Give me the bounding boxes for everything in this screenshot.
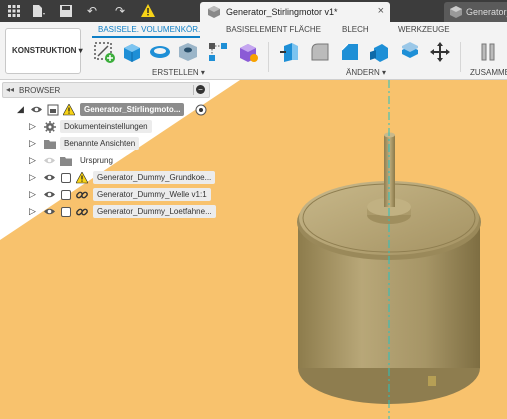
browser-title: BROWSER — [19, 86, 61, 95]
browser-item-document-settings[interactable]: ▷ Dokumenteinstellungen — [0, 119, 212, 135]
item-label: Benannte Ansichten — [60, 137, 140, 150]
extrude-icon[interactable] — [120, 40, 144, 64]
expand-right-icon[interactable]: ▷ — [29, 138, 37, 148]
create-group-label[interactable]: ERSTELLEN ▾ — [152, 68, 205, 77]
item-label: Dokumenteinstellungen — [60, 120, 152, 133]
minimize-icon[interactable]: − — [196, 85, 205, 94]
tab-label: Generator_Stirlingmotor v1* — [226, 7, 338, 17]
browser-item-loetfahne[interactable]: ▷ Generator_Dummy_Loetfahne... — [0, 204, 216, 220]
eye-icon[interactable] — [44, 173, 55, 182]
eye-icon[interactable] — [31, 105, 42, 114]
browser-root[interactable]: ◢ Generator_Stirlingmoto... — [0, 102, 212, 118]
tab-sheet-metal[interactable]: BLECH — [342, 25, 369, 34]
folder-icon — [44, 140, 56, 149]
press-pull-icon[interactable] — [278, 40, 302, 64]
chamfer-icon[interactable] — [338, 40, 362, 64]
tab-surface[interactable]: BASISELEMENT FLÄCHE — [226, 25, 321, 34]
pattern-icon[interactable] — [206, 40, 230, 64]
component-icon — [208, 6, 220, 18]
component-box-icon — [61, 173, 71, 183]
joint-icon[interactable] — [476, 40, 500, 64]
create-form-icon[interactable] — [236, 40, 260, 64]
eye-icon[interactable] — [44, 190, 55, 199]
combine-icon[interactable] — [398, 40, 422, 64]
tab-tools[interactable]: WERKZEUGE — [398, 25, 450, 34]
undo-icon[interactable]: ↶ — [84, 3, 100, 19]
item-label: Generator_Dummy_Loetfahne... — [93, 205, 216, 218]
collapse-icon[interactable]: ◂◂ — [6, 85, 14, 94]
gear-icon — [44, 121, 56, 133]
ribbon-separator — [460, 42, 461, 72]
expand-right-icon[interactable]: ▷ — [29, 155, 37, 165]
link-icon — [76, 208, 88, 216]
tab-solid[interactable]: BASISELE. VOLUMENKÖR. — [98, 25, 200, 34]
create-sketch-icon[interactable] — [92, 40, 116, 64]
redo-icon[interactable]: ↷ — [112, 3, 128, 19]
item-label: Generator_Dummy_Grundkoe... — [93, 171, 216, 184]
tab-label: Generator_ — [466, 7, 507, 17]
file-icon[interactable] — [30, 3, 46, 19]
move-icon[interactable] — [428, 40, 452, 64]
active-tab-indicator — [92, 36, 200, 38]
grid-icon[interactable] — [6, 3, 22, 19]
browser-item-welle[interactable]: ▷ Generator_Dummy_Welle v1:1 — [0, 187, 212, 203]
modify-group-label[interactable]: ÄNDERN ▾ — [346, 68, 386, 77]
root-label: Generator_Stirlingmoto... — [80, 103, 185, 116]
component-box-icon — [61, 190, 71, 200]
warning-icon[interactable] — [140, 3, 156, 19]
eye-icon[interactable] — [44, 156, 55, 165]
ribbon-separator — [268, 42, 269, 72]
tab-document-active[interactable]: Generator_Stirlingmotor v1* × — [200, 2, 390, 22]
close-icon[interactable]: × — [378, 5, 384, 17]
warning-icon — [76, 172, 88, 184]
folder-icon — [60, 157, 72, 166]
browser-header: ◂◂ BROWSER − — [2, 82, 210, 98]
fillet-icon[interactable] — [308, 40, 332, 64]
title-bar: ↶ ↷ Generator_Stirlingmotor v1* × Genera… — [0, 0, 507, 22]
shell-icon[interactable] — [368, 40, 392, 64]
expand-right-icon[interactable]: ▷ — [29, 189, 37, 199]
warning-icon — [63, 104, 75, 116]
document-icon — [47, 104, 59, 116]
item-label: Generator_Dummy_Welle v1:1 — [93, 188, 211, 201]
radio-icon[interactable] — [195, 104, 207, 116]
expand-right-icon[interactable]: ▷ — [29, 121, 37, 131]
browser-item-origin[interactable]: ▷ Ursprung — [0, 153, 212, 169]
hole-icon[interactable] — [176, 40, 200, 64]
expand-right-icon[interactable]: ▷ — [29, 172, 37, 182]
eye-icon[interactable] — [44, 207, 55, 216]
browser-item-named-views[interactable]: ▷ Benannte Ansichten — [0, 136, 212, 152]
revolve-icon[interactable] — [148, 40, 172, 64]
component-box-icon — [61, 207, 71, 217]
ribbon: KONSTRUKTION ▾ BASISELE. VOLUMENKÖR. BAS… — [0, 22, 507, 80]
item-label: Ursprung — [80, 156, 113, 165]
expand-right-icon[interactable]: ▷ — [29, 206, 37, 216]
link-icon — [76, 191, 88, 199]
workspace-label: KONSTRUKTION ▾ — [12, 46, 83, 55]
assemble-group-label[interactable]: ZUSAMMEN — [470, 68, 507, 77]
save-icon[interactable] — [58, 3, 74, 19]
header-divider — [193, 85, 194, 95]
expand-down-icon[interactable]: ◢ — [17, 104, 25, 114]
tab-document-inactive[interactable]: Generator_ — [444, 2, 507, 22]
workspace-switcher[interactable]: KONSTRUKTION ▾ — [5, 28, 83, 74]
component-icon — [450, 6, 462, 18]
browser-item-grundkoerper[interactable]: ▷ Generator_Dummy_Grundkoe... — [0, 170, 216, 186]
